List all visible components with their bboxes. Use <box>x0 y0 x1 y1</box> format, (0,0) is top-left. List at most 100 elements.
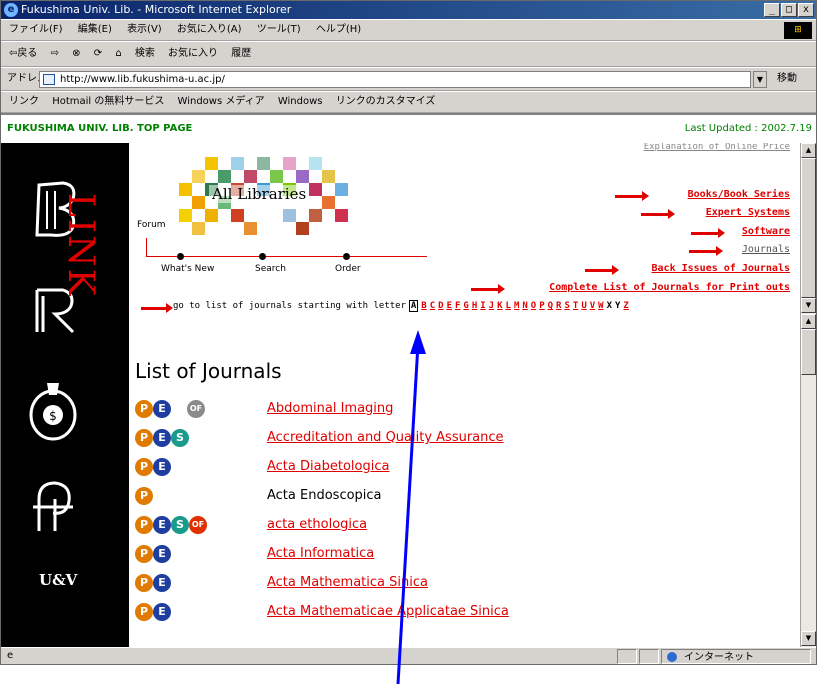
badge-e-icon[interactable]: E <box>153 429 171 447</box>
badge-ofg-icon[interactable]: OF <box>187 400 205 418</box>
badge-p-icon[interactable]: P <box>135 400 153 418</box>
link-customize[interactable]: リンクのカスタマイズ <box>336 96 436 107</box>
letter-link-m[interactable]: M <box>514 301 519 311</box>
fu-mark-icon[interactable] <box>29 477 79 533</box>
search-button[interactable]: 検索 <box>135 48 155 59</box>
letter-link-c[interactable]: C <box>430 301 435 311</box>
complete-list-link[interactable]: Complete List of Journals for Print outs <box>549 282 790 293</box>
journal-title[interactable]: Acta Mathematica Sinica <box>267 575 428 590</box>
badge-s-icon[interactable]: S <box>171 429 189 447</box>
scroll-up-icon[interactable]: ▲ <box>801 143 816 158</box>
history-button[interactable]: 履歴 <box>231 48 251 59</box>
letter-link-y[interactable]: Y <box>615 301 620 311</box>
letter-link-x[interactable]: X <box>607 301 612 311</box>
letter-link-d[interactable]: D <box>438 301 443 311</box>
scroll-down-icon-2[interactable]: ▼ <box>801 631 816 646</box>
badge-s-icon[interactable]: S <box>171 516 189 534</box>
letter-link-l[interactable]: L <box>506 301 511 311</box>
badge-e-icon[interactable]: E <box>153 400 171 418</box>
uv-label[interactable]: U&V <box>39 571 77 589</box>
badge-e-icon[interactable]: E <box>153 458 171 476</box>
emblem-icon[interactable]: $ <box>23 373 83 445</box>
letter-link-w[interactable]: W <box>598 301 603 311</box>
nav-whats-new[interactable]: What's New <box>161 264 214 274</box>
letter-link-b[interactable]: B <box>421 301 426 311</box>
letter-link-o[interactable]: O <box>531 301 536 311</box>
letter-link-i[interactable]: I <box>480 301 485 311</box>
vertical-scrollbar[interactable]: ▲ ▼ ▲ ▼ <box>800 143 816 647</box>
scroll-thumb-upper[interactable] <box>801 158 816 298</box>
online-price-link[interactable]: Explanation of Online Price <box>644 143 790 152</box>
letter-link-t[interactable]: T <box>573 301 578 311</box>
back-button[interactable]: ⇦戻る <box>9 48 37 59</box>
nav-dot-whats-new <box>177 253 184 260</box>
badge-e-icon[interactable]: E <box>153 574 171 592</box>
badge-of-icon[interactable]: OF <box>189 516 207 534</box>
badge-p-icon[interactable]: P <box>135 516 153 534</box>
nav-order[interactable]: Order <box>335 264 361 274</box>
go-button[interactable]: 移動 <box>777 68 797 90</box>
letter-link-q[interactable]: Q <box>548 301 553 311</box>
badge-p-icon[interactable]: P <box>135 603 153 621</box>
journal-title[interactable]: Abdominal Imaging <box>267 401 393 416</box>
scroll-up-icon-2[interactable]: ▲ <box>801 314 816 329</box>
letter-link-n[interactable]: N <box>522 301 527 311</box>
journal-title[interactable]: Accreditation and Quality Assurance <box>267 430 504 445</box>
journal-title[interactable]: Acta Diabetologica <box>267 459 389 474</box>
letter-link-g[interactable]: G <box>463 301 468 311</box>
letter-link-p[interactable]: P <box>539 301 544 311</box>
expert-systems-link[interactable]: Expert Systems <box>706 207 790 218</box>
letter-link-z[interactable]: Z <box>623 301 628 311</box>
letter-link-f[interactable]: F <box>455 301 460 311</box>
badge-p-icon[interactable]: P <box>135 487 153 505</box>
all-libraries-text[interactable]: All Libraries <box>209 185 310 203</box>
menu-view[interactable]: 表示(V) <box>127 24 162 35</box>
books-link[interactable]: Books/Book Series <box>688 189 790 200</box>
scroll-down-icon[interactable]: ▼ <box>801 298 816 313</box>
badge-p-icon[interactable]: P <box>135 574 153 592</box>
menu-edit[interactable]: 編集(E) <box>78 24 112 35</box>
maximize-button[interactable]: □ <box>781 3 797 17</box>
address-dropdown-icon[interactable]: ▼ <box>753 71 767 88</box>
badge-e-icon[interactable]: E <box>153 516 171 534</box>
badge-e-icon[interactable]: E <box>153 603 171 621</box>
letter-link-r[interactable]: R <box>556 301 561 311</box>
nav-search[interactable]: Search <box>255 264 286 274</box>
menu-help[interactable]: ヘルプ(H) <box>316 24 361 35</box>
title-bar[interactable]: e Fukushima Univ. Lib. - Microsoft Inter… <box>1 1 816 19</box>
home-button[interactable]: ⌂ <box>115 48 121 59</box>
letter-link-u[interactable]: U <box>581 301 586 311</box>
forward-button[interactable]: ⇨ <box>51 48 59 59</box>
software-link[interactable]: Software <box>742 226 790 237</box>
link-windows[interactable]: Windows <box>278 96 323 107</box>
letter-link-v[interactable]: V <box>590 301 595 311</box>
journal-title[interactable]: acta ethologica <box>267 517 367 532</box>
forum-link[interactable]: Forum <box>137 220 166 230</box>
top-page-link[interactable]: FUKUSHIMA UNIV. LIB. TOP PAGE <box>7 123 192 134</box>
menu-tools[interactable]: ツール(T) <box>257 24 301 35</box>
letter-link-e[interactable]: E <box>447 301 452 311</box>
link-hotmail[interactable]: Hotmail の無料サービス <box>52 96 164 107</box>
badge-p-icon[interactable]: P <box>135 429 153 447</box>
link-windows-media[interactable]: Windows メディア <box>178 96 265 107</box>
favorites-button[interactable]: お気に入り <box>168 48 218 59</box>
arrow-software <box>691 228 725 238</box>
badge-e-icon[interactable]: E <box>153 545 171 563</box>
journal-title[interactable]: Acta Informatica <box>267 546 374 561</box>
menu-file[interactable]: ファイル(F) <box>9 24 63 35</box>
letter-link-h[interactable]: H <box>472 301 477 311</box>
badge-p-icon[interactable]: P <box>135 545 153 563</box>
menu-favorites[interactable]: お気に入り(A) <box>177 24 242 35</box>
letter-link-k[interactable]: K <box>497 301 502 311</box>
letter-link-j[interactable]: J <box>489 301 494 311</box>
scroll-thumb-lower[interactable] <box>801 329 816 375</box>
letter-link-s[interactable]: S <box>564 301 569 311</box>
address-input[interactable]: http://www.lib.fukushima-u.ac.jp/ <box>39 71 751 88</box>
back-issues-link[interactable]: Back Issues of Journals <box>652 263 790 274</box>
minimize-button[interactable]: _ <box>764 3 780 17</box>
close-button[interactable]: x <box>798 3 814 17</box>
refresh-button[interactable]: ⟳ <box>94 48 102 59</box>
journal-title[interactable]: Acta Mathematicae Applicatae Sinica <box>267 604 509 619</box>
badge-p-icon[interactable]: P <box>135 458 153 476</box>
stop-button[interactable]: ⊗ <box>72 48 80 59</box>
